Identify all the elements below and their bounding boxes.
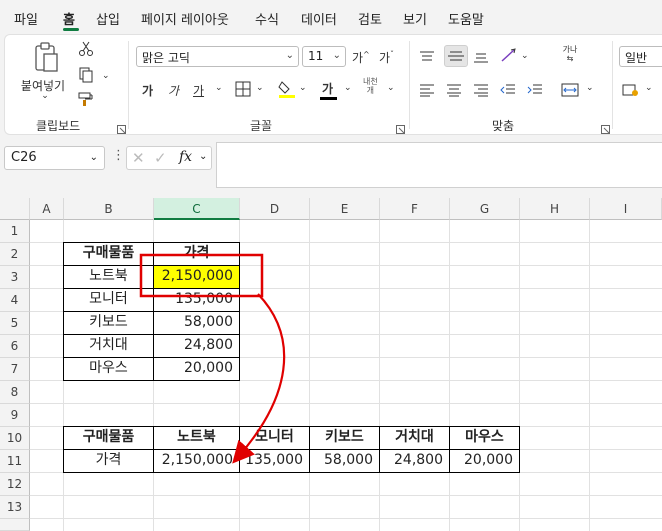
menu-review[interactable]: 검토: [358, 9, 382, 28]
formula-controls: ✕ ✓ fx ⌄: [126, 146, 212, 170]
font-group-label: 글꼴: [250, 119, 273, 133]
underline-dropdown-icon[interactable]: ⌄: [215, 83, 223, 93]
separator: [612, 41, 613, 129]
active-tab-indicator: [63, 28, 79, 31]
name-box[interactable]: C26 ⌄: [4, 146, 105, 170]
separator: [128, 41, 129, 129]
menu-home[interactable]: 홈: [63, 9, 75, 28]
worksheet-grid[interactable]: A B C D E F G H I 1 2 3 4 5 6 7 8 9 10 1…: [0, 198, 662, 531]
insert-function-button[interactable]: fx: [179, 149, 192, 165]
bold-button[interactable]: 가: [142, 82, 153, 99]
annotation-arrow: [232, 293, 286, 464]
ribbon: 붙여넣기 ⌄ ⌄ 클립보드 맑은 고딕 ⌄ 11 ⌄ 가^ 가ˇ 가 가 가 ⌄…: [4, 34, 662, 135]
phonetic-button[interactable]: 내천 개: [363, 77, 378, 95]
format-painter-icon[interactable]: [78, 91, 94, 111]
align-center-icon[interactable]: [446, 82, 462, 101]
number-format-value: 일반: [625, 51, 648, 65]
font-launcher-icon[interactable]: [396, 119, 405, 134]
clipboard-group-label: 클립보드: [36, 119, 81, 133]
more-options-icon[interactable]: ⋮: [112, 148, 125, 163]
font-color-bar: [320, 97, 337, 100]
align-bottom-icon[interactable]: [473, 49, 489, 68]
grow-font-button[interactable]: 가^: [352, 49, 370, 66]
phonetic-dropdown-icon[interactable]: ⌄: [387, 83, 395, 93]
shrink-font-button[interactable]: 가ˇ: [379, 49, 394, 66]
menu-help[interactable]: 도움말: [448, 9, 484, 28]
font-name-value: 맑은 고딕: [142, 51, 190, 65]
fill-dropdown-icon[interactable]: ⌄: [299, 83, 307, 93]
alignment-group-label: 맞춤: [492, 119, 515, 133]
paste-dropdown-icon[interactable]: ⌄: [39, 91, 51, 101]
menu-bar: 파일 홈 삽입 페이지 레이아웃 수식 데이터 검토 보기 도움말: [0, 0, 662, 34]
underline-button[interactable]: 가: [193, 82, 204, 99]
borders-dropdown-icon[interactable]: ⌄: [256, 83, 264, 93]
name-box-value: C26: [11, 150, 37, 165]
menu-insert[interactable]: 삽입: [96, 9, 120, 28]
align-left-icon[interactable]: [419, 82, 435, 101]
align-top-icon[interactable]: [419, 49, 435, 68]
cancel-icon[interactable]: ✕: [132, 149, 145, 167]
chevron-down-icon[interactable]: ⌄: [199, 151, 207, 162]
merge-center-icon[interactable]: [561, 82, 579, 101]
chevron-down-icon[interactable]: ⌄: [90, 152, 98, 163]
menu-page-layout[interactable]: 페이지 레이아웃: [141, 9, 229, 28]
italic-button[interactable]: 가: [168, 82, 179, 99]
formula-input[interactable]: [216, 142, 662, 188]
orientation-dropdown-icon[interactable]: ⌄: [521, 51, 529, 61]
alignment-launcher-icon[interactable]: [601, 119, 610, 134]
menu-formulas[interactable]: 수식: [255, 9, 279, 28]
merge-dropdown-icon[interactable]: ⌄: [586, 83, 594, 93]
highlight-box: [139, 253, 264, 298]
formula-bar: C26 ⌄ ⋮ ✕ ✓ fx ⌄: [0, 138, 662, 194]
paste-icon[interactable]: [33, 41, 59, 75]
chevron-down-icon[interactable]: ⌄: [333, 50, 341, 61]
cut-icon[interactable]: [78, 41, 94, 61]
menu-data[interactable]: 데이터: [301, 9, 337, 28]
separator: [409, 41, 410, 129]
copy-dropdown-icon[interactable]: ⌄: [102, 71, 110, 81]
enter-icon[interactable]: ✓: [154, 149, 167, 167]
fill-color-icon[interactable]: [278, 79, 296, 103]
orientation-icon[interactable]: [500, 47, 518, 67]
menu-file[interactable]: 파일: [14, 9, 38, 28]
number-format-combo[interactable]: 일반: [619, 46, 662, 67]
font-name-combo[interactable]: 맑은 고딕 ⌄: [136, 46, 299, 67]
accounting-format-icon[interactable]: [622, 82, 640, 101]
font-color-dropdown-icon[interactable]: ⌄: [344, 83, 352, 93]
copy-icon[interactable]: [78, 67, 94, 87]
menu-view[interactable]: 보기: [403, 9, 427, 28]
font-size-value: 11: [308, 49, 324, 63]
increase-indent-icon[interactable]: [527, 82, 543, 101]
chevron-down-icon[interactable]: ⌄: [286, 50, 294, 61]
font-color-button[interactable]: 가: [322, 80, 333, 97]
wrap-text-button[interactable]: 가나 ⇆: [561, 45, 579, 63]
decrease-indent-icon[interactable]: [500, 82, 516, 101]
font-size-combo[interactable]: 11 ⌄: [302, 46, 346, 67]
borders-icon[interactable]: [235, 81, 251, 101]
align-right-icon[interactable]: [473, 82, 489, 101]
align-middle-button[interactable]: [444, 45, 468, 67]
accounting-dropdown-icon[interactable]: ⌄: [645, 83, 653, 93]
clipboard-launcher-icon[interactable]: [117, 119, 126, 134]
annotation-overlay: [139, 253, 286, 464]
